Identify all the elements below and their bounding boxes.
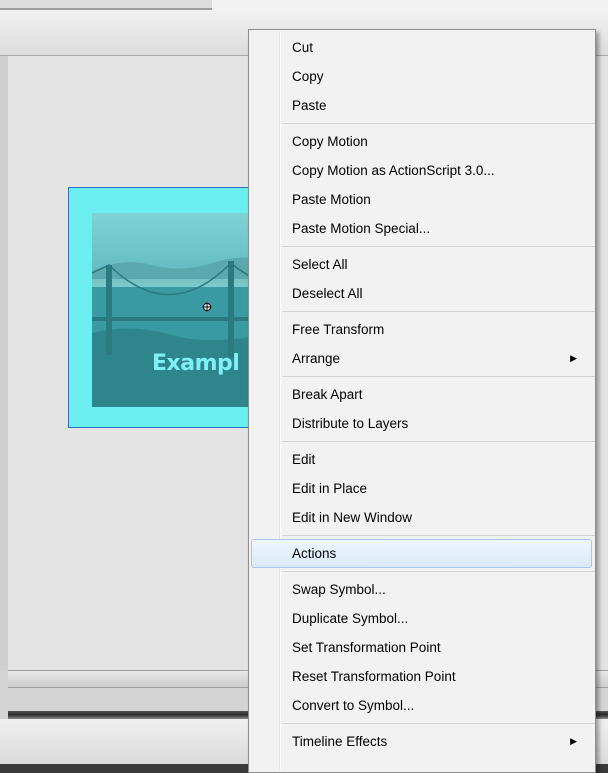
menu-group: Timeline Effects ▶ [282, 724, 595, 759]
menu-item-paste-motion-special[interactable]: Paste Motion Special... [249, 214, 595, 243]
menu-item-edit[interactable]: Edit [249, 445, 595, 474]
menu-group: Copy Motion Copy Motion as ActionScript 3… [282, 124, 595, 247]
menu-item-label: Deselect All [292, 286, 363, 301]
menu-item-copy[interactable]: Copy [249, 62, 595, 91]
menu-item-label: Reset Transformation Point [292, 669, 456, 684]
menu-item-set-transformation-point[interactable]: Set Transformation Point [249, 633, 595, 662]
menu-group: Edit Edit in Place Edit in New Window [282, 442, 595, 536]
menu-item-label: Timeline Effects [292, 734, 388, 749]
menu-group: Swap Symbol... Duplicate Symbol... Set Tra… [282, 572, 595, 724]
menu-item-label: Edit [292, 452, 316, 467]
menu-item-duplicate-symbol[interactable]: Duplicate Symbol... [249, 604, 595, 633]
menu-item-label: Break Apart [292, 387, 363, 402]
menu-item-edit-in-new-window[interactable]: Edit in New Window [249, 503, 595, 532]
menu-item-label: Free Transform [292, 322, 385, 337]
menu-item-label: Convert to Symbol... [292, 698, 415, 713]
menu-group: Select All Deselect All [282, 247, 595, 312]
submenu-arrow-icon: ▶ [570, 353, 577, 363]
menu-item-label: Swap Symbol... [292, 582, 386, 597]
menu-item-copy-motion-as-actionscript-3-0[interactable]: Copy Motion as ActionScript 3.0... [249, 156, 595, 185]
menu-item-label: Select All [292, 257, 348, 272]
menu-item-convert-to-symbol[interactable]: Convert to Symbol... [249, 691, 595, 720]
context-menu[interactable]: Cut Copy Paste Copy Motion Copy Motion as Ac… [248, 29, 596, 773]
menu-item-free-transform[interactable]: Free Transform [249, 315, 595, 344]
menu-item-paste-motion[interactable]: Paste Motion [249, 185, 595, 214]
menu-item-reset-transformation-point[interactable]: Reset Transformation Point [249, 662, 595, 691]
menu-item-label: Set Transformation Point [292, 640, 441, 655]
menu-item-edit-in-place[interactable]: Edit in Place [249, 474, 595, 503]
document-tab[interactable] [0, 0, 212, 10]
menu-item-label: Edit in New Window [292, 510, 413, 525]
menu-item-timeline-effects[interactable]: Timeline Effects ▶ [249, 727, 595, 756]
menu-item-label: Copy Motion [292, 134, 368, 149]
menu-item-label: Paste [292, 98, 327, 113]
menu-item-label: Paste Motion [292, 192, 371, 207]
menu-item-deselect-all[interactable]: Deselect All [249, 279, 595, 308]
menu-item-label: Paste Motion Special... [292, 221, 431, 236]
menu-item-swap-symbol[interactable]: Swap Symbol... [249, 575, 595, 604]
menu-item-label: Copy [292, 69, 324, 84]
menu-item-copy-motion[interactable]: Copy Motion [249, 127, 595, 156]
menu-item-label: Copy Motion as ActionScript 3.0... [292, 163, 495, 178]
submenu-arrow-icon: ▶ [570, 736, 577, 746]
image-caption-text: Exampl [152, 351, 240, 376]
menu-group: Actions [251, 536, 595, 572]
registration-point-icon[interactable] [202, 302, 212, 312]
menu-group: Break Apart Distribute to Layers [282, 377, 595, 442]
menu-item-label: Distribute to Layers [292, 416, 409, 431]
menu-item-break-apart[interactable]: Break Apart [249, 380, 595, 409]
menu-item-arrange[interactable]: Arrange ▶ [249, 344, 595, 373]
menu-item-label: Duplicate Symbol... [292, 611, 409, 626]
menu-item-select-all[interactable]: Select All [249, 250, 595, 279]
menu-item-distribute-to-layers[interactable]: Distribute to Layers [249, 409, 595, 438]
menu-item-label: Cut [292, 40, 314, 55]
menu-group: Free Transform Arrange ▶ [282, 312, 595, 377]
menu-item-label: Arrange [292, 351, 341, 366]
menu-item-label: Actions [292, 546, 337, 561]
menu-item-actions[interactable]: Actions [251, 539, 592, 568]
menu-item-cut[interactable]: Cut [249, 33, 595, 62]
menu-group: Cut Copy Paste [282, 30, 595, 124]
menu-item-label: Edit in Place [292, 481, 368, 496]
menu-item-paste[interactable]: Paste [249, 91, 595, 120]
